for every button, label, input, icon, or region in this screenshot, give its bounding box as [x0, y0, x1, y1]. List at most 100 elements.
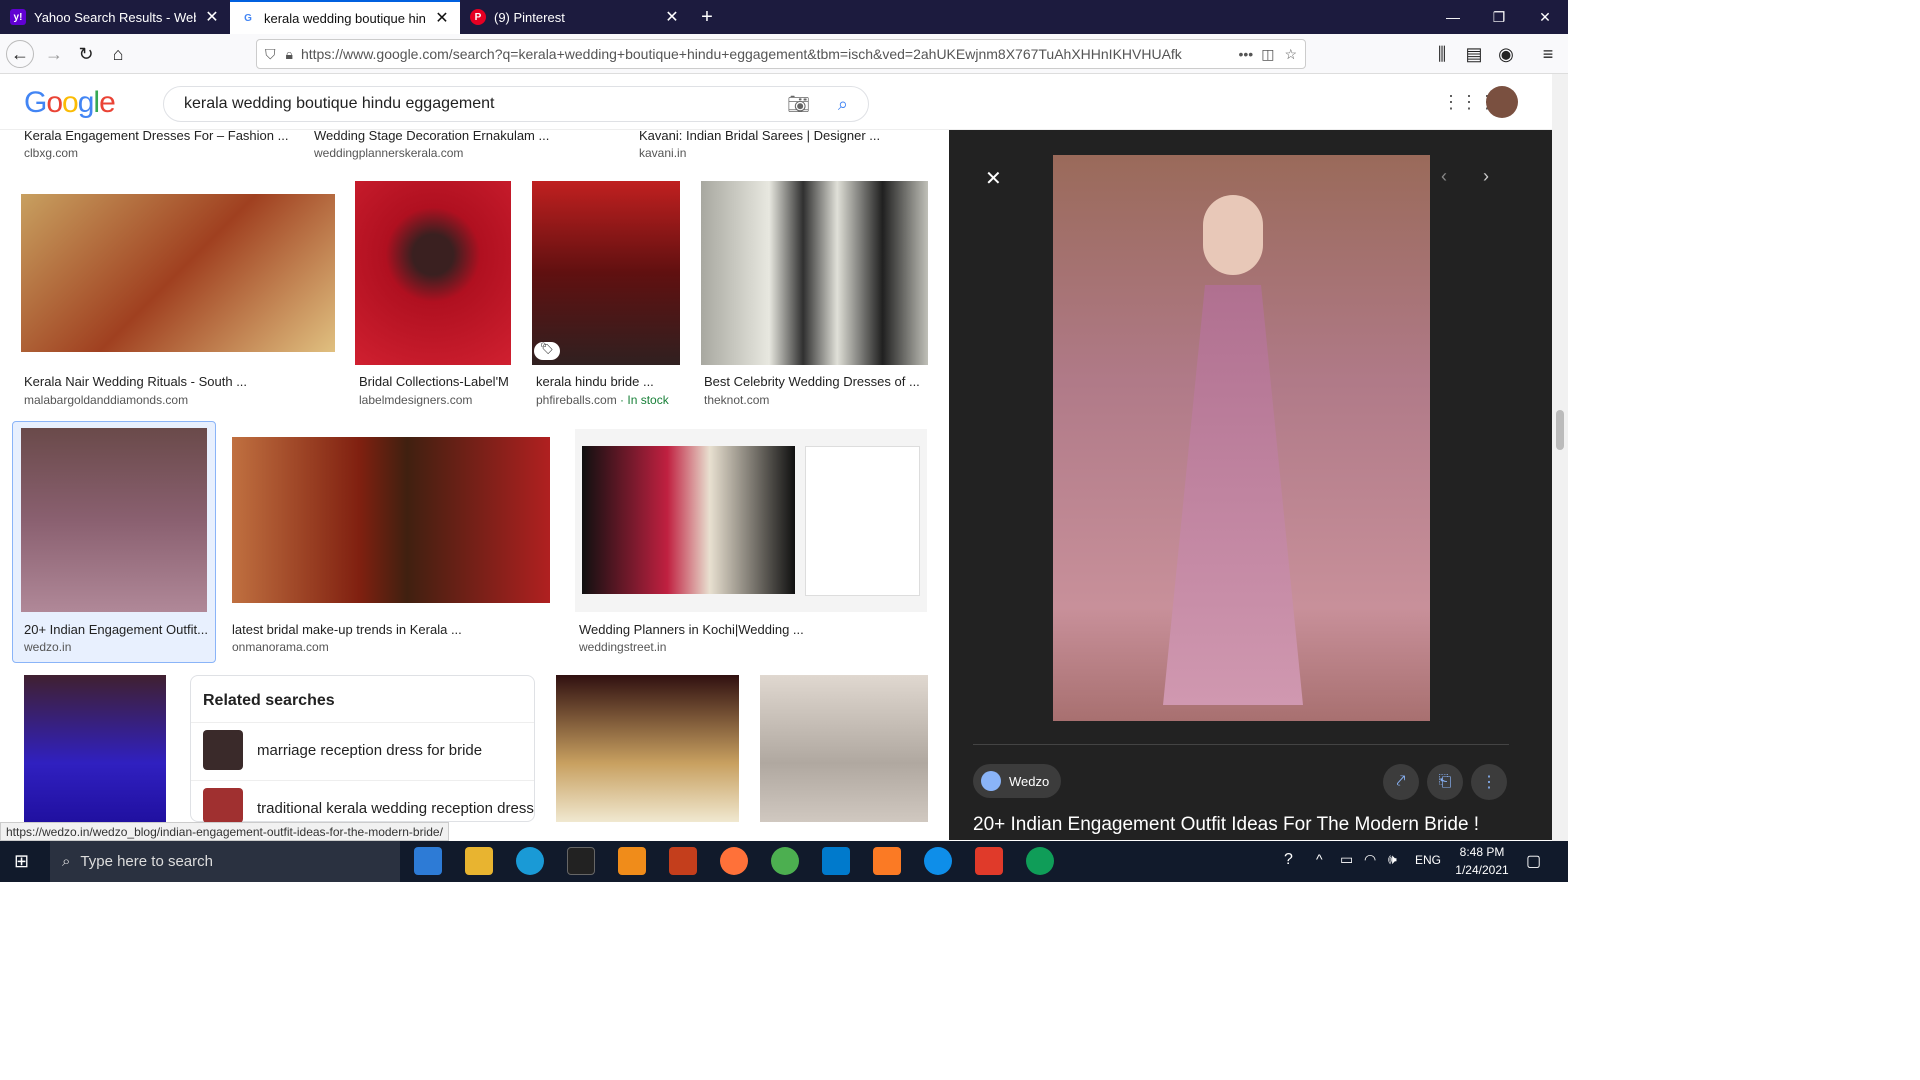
more-icon[interactable]: •••	[1238, 46, 1253, 62]
home-icon[interactable]: ⌂	[104, 40, 132, 68]
url-text[interactable]: https://www.google.com/search?q=kerala+w…	[301, 46, 1201, 62]
library-icon[interactable]: ⫼	[1428, 40, 1456, 68]
sublime-icon[interactable]	[618, 847, 646, 875]
camera-icon[interactable]: 📷︎	[787, 94, 810, 115]
taskbar-search[interactable]: ⌕ Type here to search	[50, 841, 400, 882]
search-icon[interactable]: ⌕	[838, 94, 848, 115]
result-image[interactable]	[760, 675, 928, 822]
scrollbar-thumb[interactable]	[1556, 410, 1564, 450]
back-icon[interactable]: ←	[6, 40, 34, 68]
yahoo-icon: y!	[10, 9, 26, 25]
result-image[interactable]	[21, 428, 207, 612]
hangouts-icon[interactable]	[1026, 847, 1054, 875]
result-image[interactable]	[355, 181, 511, 365]
firefox-icon[interactable]	[720, 847, 748, 875]
windows-start-icon[interactable]: ⊞	[14, 851, 29, 872]
new-tab-icon[interactable]: +	[694, 0, 720, 34]
tab-google[interactable]: G kerala wedding boutique hindu ✕	[230, 0, 460, 34]
result-title[interactable]: Kerala Engagement Dresses For – Fashion …	[24, 128, 294, 143]
pocket-icon[interactable]: ◫	[1261, 46, 1274, 63]
language-indicator[interactable]: ENG	[1415, 853, 1441, 867]
site-chip[interactable]: Wedzo	[973, 764, 1062, 798]
result-title[interactable]: Kavani: Indian Bridal Sarees | Designer …	[639, 128, 909, 143]
close-tab-icon[interactable]: ✕	[204, 7, 220, 27]
result-title[interactable]: Wedding Stage Decoration Ernakulam ...	[314, 128, 584, 143]
file-explorer-icon[interactable]	[465, 847, 493, 875]
help-icon[interactable]: ?	[1284, 851, 1293, 869]
result-title[interactable]: Bridal Collections-Label'M	[359, 374, 519, 389]
wifi-icon[interactable]: ◠	[1364, 851, 1376, 868]
close-tab-icon[interactable]: ✕	[434, 8, 450, 28]
close-tab-icon[interactable]: ✕	[664, 7, 680, 27]
related-item[interactable]: traditional kerala wedding reception dre…	[257, 800, 534, 817]
more-options-icon[interactable]: ⋮	[1471, 764, 1507, 800]
url-bar[interactable]: ⛉ 🔒︎ https://www.google.com/search?q=ker…	[256, 39, 1306, 69]
video-frame	[582, 446, 795, 594]
save-icon[interactable]: ⎗	[1427, 764, 1463, 800]
result-title[interactable]: 20+ Indian Engagement Outfit...	[24, 622, 209, 637]
preview-image[interactable]	[1053, 155, 1430, 721]
search-query[interactable]: kerala wedding boutique hindu eggagement	[184, 95, 494, 113]
taskbar-search-placeholder[interactable]: Type here to search	[80, 853, 213, 870]
tray-chevron-icon[interactable]: ^	[1316, 851, 1323, 867]
edge-icon[interactable]	[516, 847, 544, 875]
tab-pinterest[interactable]: P (9) Pinterest ✕	[460, 0, 690, 34]
result-title[interactable]: latest bridal make-up trends in Kerala .…	[232, 622, 532, 637]
sidebar-icon[interactable]: ▤	[1460, 40, 1488, 68]
result-image[interactable]	[21, 194, 335, 352]
restore-icon[interactable]: ❐	[1476, 0, 1522, 34]
result-source: weddingstreet.in	[579, 640, 667, 654]
share-icon[interactable]: ⤤	[1383, 764, 1419, 800]
result-source: phfireballs.com · In stock	[536, 393, 669, 407]
account-icon[interactable]: ◉	[1492, 40, 1520, 68]
result-image[interactable]	[701, 181, 928, 365]
close-icon[interactable]: ✕	[985, 166, 1002, 191]
result-image[interactable]	[232, 437, 550, 603]
shield-icon[interactable]: ⛉	[265, 46, 276, 63]
previous-icon[interactable]: ‹	[1441, 166, 1447, 187]
anydesk-icon[interactable]	[975, 847, 1003, 875]
result-image[interactable]	[532, 181, 680, 365]
store-icon[interactable]	[414, 847, 442, 875]
google-header: Google kerala wedding boutique hindu egg…	[0, 74, 1568, 130]
minimize-icon[interactable]: —	[1430, 0, 1476, 34]
notifications-icon[interactable]: ▢	[1526, 851, 1541, 871]
next-icon[interactable]: ›	[1483, 166, 1489, 187]
site-name[interactable]: Wedzo	[1009, 774, 1049, 789]
search-input[interactable]: kerala wedding boutique hindu eggagement…	[163, 86, 869, 122]
clock-time[interactable]: 8:48 PM	[1452, 845, 1512, 859]
close-window-icon[interactable]: ✕	[1522, 0, 1568, 34]
preview-title[interactable]: 20+ Indian Engagement Outfit Ideas For T…	[973, 814, 1479, 836]
tab-yahoo[interactable]: y! Yahoo Search Results - Web sea ✕	[0, 0, 230, 34]
avatar[interactable]	[1486, 86, 1518, 118]
bookmark-star-icon[interactable]: ☆	[1284, 46, 1297, 63]
teamviewer-icon[interactable]	[924, 847, 952, 875]
vscode-icon[interactable]	[822, 847, 850, 875]
result-title[interactable]: Wedding Planners in Kochi|Wedding ...	[579, 622, 879, 637]
related-item[interactable]: marriage reception dress for bride	[257, 742, 482, 759]
powerpoint-icon[interactable]	[669, 847, 697, 875]
lock-icon: 🔒︎	[285, 45, 293, 62]
volume-icon[interactable]: 🕪︎	[1388, 851, 1397, 868]
google-logo[interactable]: Google	[24, 86, 116, 120]
forward-icon[interactable]: →	[40, 40, 68, 68]
nav-bar: ← → ↻ ⌂ ⛉ 🔒︎ https://www.google.com/sear…	[0, 34, 1568, 74]
clock-date[interactable]: 1/24/2021	[1450, 863, 1514, 877]
scrollbar[interactable]	[1552, 74, 1568, 841]
battery-icon[interactable]: ▭	[1340, 851, 1353, 868]
chrome-icon[interactable]	[771, 847, 799, 875]
result-title[interactable]: kerala hindu bride ...	[536, 374, 686, 389]
search-icon: ⌕	[62, 853, 71, 870]
xampp-icon[interactable]	[873, 847, 901, 875]
source-domain: phfireballs.com	[536, 393, 617, 407]
reload-icon[interactable]: ↻	[72, 40, 100, 68]
result-image[interactable]	[24, 675, 166, 822]
result-title[interactable]: Kerala Nair Wedding Rituals - South ...	[24, 374, 324, 389]
in-stock-label: · In stock	[620, 393, 669, 407]
terminal-icon[interactable]	[567, 847, 595, 875]
result-image[interactable]	[556, 675, 739, 822]
related-thumb	[203, 730, 243, 770]
result-title[interactable]: Best Celebrity Wedding Dresses of ...	[704, 374, 924, 389]
result-image[interactable]	[575, 429, 927, 612]
menu-icon[interactable]: ≡	[1534, 40, 1562, 68]
